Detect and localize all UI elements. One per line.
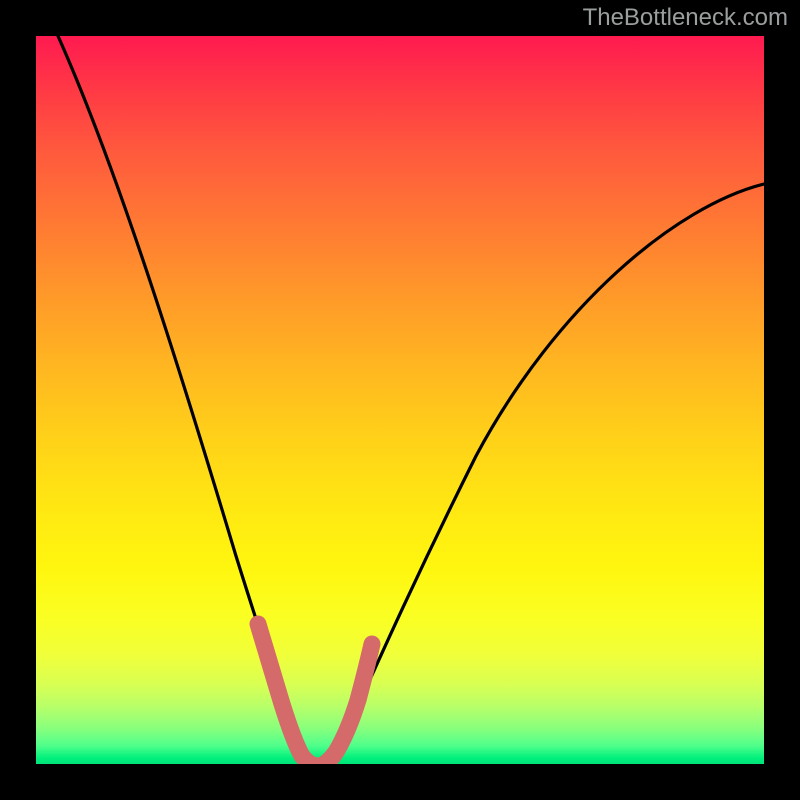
chart-plot-area xyxy=(36,36,764,764)
optimal-marker-line xyxy=(258,624,372,764)
bottleneck-curve-line xyxy=(58,36,764,762)
chart-frame: TheBottleneck.com xyxy=(0,0,800,800)
curves-svg xyxy=(36,36,764,764)
watermark-text: TheBottleneck.com xyxy=(583,4,788,32)
